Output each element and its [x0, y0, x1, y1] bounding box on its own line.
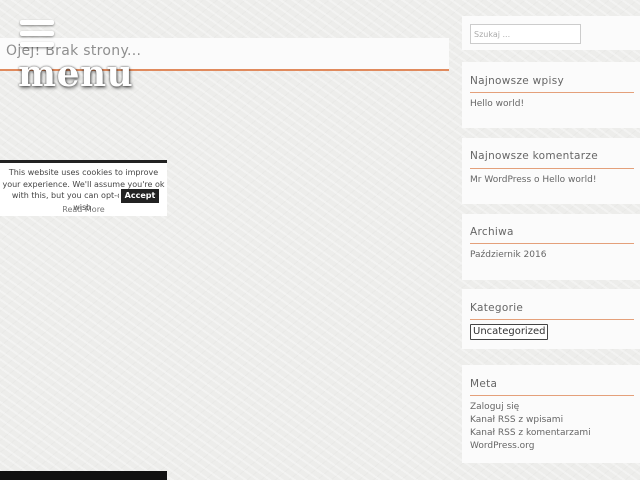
widget-divider	[470, 319, 634, 320]
meta-login-link[interactable]: Zaloguj się	[470, 402, 519, 412]
recent-posts-widget: Najnowsze wpisy Hello world!	[462, 62, 640, 128]
widget-divider	[470, 92, 634, 93]
meta-wordpress-link[interactable]: WordPress.org	[470, 441, 534, 451]
cookie-accept-button[interactable]: Accept	[121, 189, 159, 203]
search-widget	[462, 16, 640, 50]
archives-title: Archiwa	[470, 226, 514, 238]
recent-post-link[interactable]: Hello world!	[470, 99, 524, 109]
search-input[interactable]	[470, 24, 581, 44]
meta-comments-rss-link[interactable]: Kanał RSS z komentarzami	[470, 428, 591, 438]
meta-entries-rss-link[interactable]: Kanał RSS z wpisami	[470, 415, 563, 425]
recent-comment-link[interactable]: Mr WordPress o Hello world!	[470, 175, 596, 185]
cookie-notice: This website uses cookies to improve you…	[0, 160, 167, 216]
bottom-bar	[0, 471, 167, 480]
cookie-read-more-link[interactable]: Read More	[0, 204, 167, 216]
menu-label: menu	[18, 53, 134, 95]
categories-title: Kategorie	[470, 302, 524, 314]
widget-divider	[470, 395, 634, 396]
hamburger-icon	[20, 20, 54, 53]
categories-widget: Kategorie Uncategorized	[462, 289, 640, 349]
archives-widget: Archiwa Październik 2016	[462, 214, 640, 280]
recent-comments-widget: Najnowsze komentarze Mr WordPress o Hell…	[462, 138, 640, 204]
meta-widget: Meta Zaloguj się Kanał RSS z wpisami Kan…	[462, 365, 640, 463]
recent-comments-title: Najnowsze komentarze	[470, 150, 598, 162]
archive-link[interactable]: Październik 2016	[470, 250, 546, 260]
category-link[interactable]: Uncategorized	[470, 324, 549, 340]
widget-divider	[470, 168, 634, 169]
menu-toggle-button[interactable]: menu	[16, 20, 136, 100]
meta-title: Meta	[470, 378, 498, 390]
recent-posts-title: Najnowsze wpisy	[470, 75, 565, 87]
widget-divider	[470, 243, 634, 244]
